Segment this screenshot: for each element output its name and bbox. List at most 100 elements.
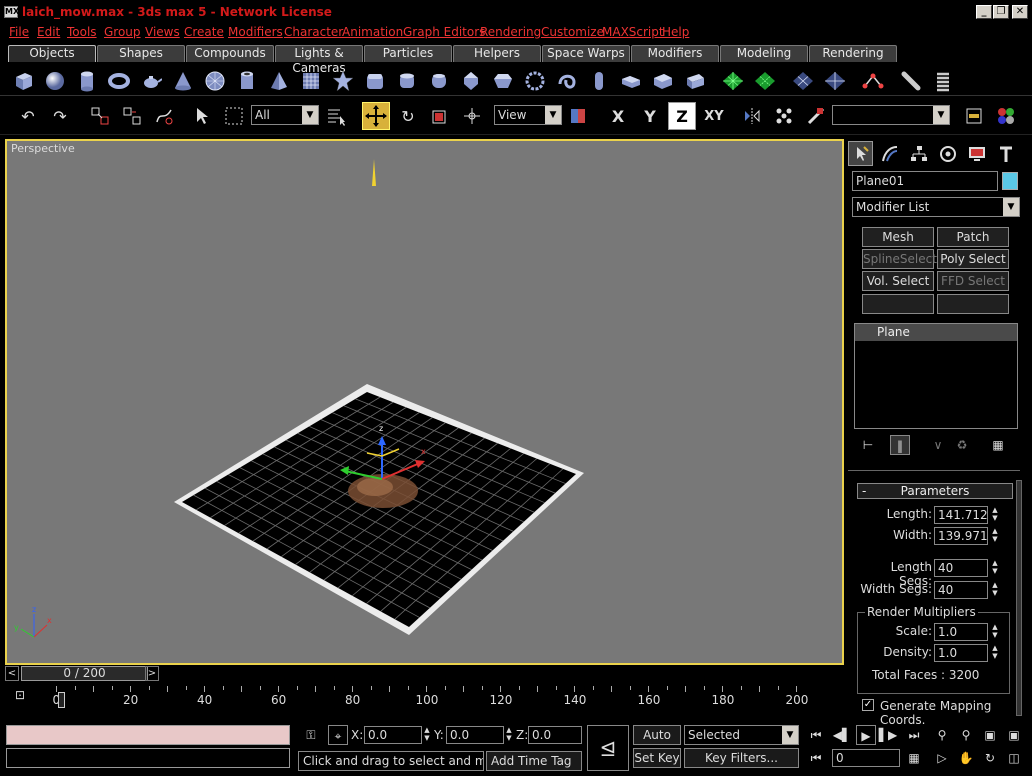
rect-selection-icon[interactable] [220, 102, 248, 130]
current-frame-input[interactable]: 0 [832, 749, 900, 767]
manipulate-icon[interactable] [458, 102, 486, 130]
menu-character[interactable]: Character [284, 25, 343, 39]
select-move-icon[interactable] [362, 102, 390, 130]
bone-icon[interactable] [898, 68, 924, 94]
empty-modifier-button-1[interactable] [862, 294, 934, 314]
current-time-marker[interactable] [58, 692, 65, 708]
pan-icon[interactable]: ✋ [956, 748, 976, 768]
l-ext-icon[interactable] [618, 68, 644, 94]
select-rotate-icon[interactable]: ↻ [394, 102, 422, 130]
box-icon[interactable] [10, 68, 36, 94]
make-unique-icon[interactable]: ∨ [928, 435, 948, 455]
tab-shapes[interactable]: Shapes [97, 45, 185, 62]
tab-lights-cameras[interactable]: Lights & Cameras [275, 45, 363, 75]
chamfer-box-icon[interactable] [362, 68, 388, 94]
nurbs-surface-icon[interactable] [720, 68, 746, 94]
generate-mapping-checkbox[interactable]: ✓ [862, 699, 874, 711]
unlink-icon[interactable] [118, 102, 146, 130]
empty-modifier-button-2[interactable] [937, 294, 1009, 314]
spindle-icon[interactable] [458, 68, 484, 94]
torus-icon[interactable] [106, 68, 132, 94]
menu-rendering[interactable]: Rendering [480, 25, 541, 39]
material-editor-icon[interactable] [992, 102, 1020, 130]
object-name-field[interactable]: Plane01 [852, 171, 998, 191]
app-icon[interactable]: MX [4, 6, 19, 18]
add-time-tag-button[interactable]: Add Time Tag [486, 751, 582, 771]
time-slider[interactable]: < 0 / 200 > [5, 665, 844, 683]
length-segs-spinner[interactable]: ▲ ▼ [990, 559, 1000, 577]
auto-key-button[interactable]: Auto Key [633, 725, 681, 760]
redo-icon[interactable]: ↷ [46, 102, 74, 130]
mesh-grid-2-icon[interactable] [822, 68, 848, 94]
tab-compounds[interactable]: Compounds [186, 45, 274, 62]
teapot-icon[interactable] [138, 68, 164, 94]
parameters-rollout-header[interactable]: - Parameters [857, 483, 1013, 499]
menu-maxscript[interactable]: MAXScript [602, 25, 664, 39]
pivot-center-icon[interactable] [564, 102, 592, 130]
array-icon[interactable] [770, 102, 798, 130]
menu-help[interactable]: Help [662, 25, 689, 39]
key-icon[interactable]: ⊴ [587, 725, 629, 771]
named-selection-dropdown[interactable]: ▼ [832, 105, 950, 125]
modifier-list-dropdown[interactable]: Modifier List ▼ [852, 197, 1020, 217]
show-end-result-icon[interactable]: ‖ [890, 435, 910, 455]
width-segs-spinner[interactable]: ▲ ▼ [990, 581, 1000, 599]
absolute-mode-icon[interactable]: ⌖ [328, 725, 348, 745]
y-coord-spinner[interactable]: ▲ ▼ [504, 726, 514, 744]
density-input[interactable]: 1.0 [934, 644, 988, 662]
maxscript-listener-mini[interactable] [6, 725, 290, 745]
axis-y-button[interactable]: Y [636, 102, 664, 130]
close-button[interactable]: ✕ [1012, 5, 1028, 19]
length-input[interactable]: 141.712 [934, 506, 988, 524]
length-spinner[interactable]: ▲ ▼ [990, 506, 1000, 524]
tab-space-warps[interactable]: Space Warps [542, 45, 630, 62]
menu-modifiers[interactable]: Modifiers [228, 25, 283, 39]
poly-select-button[interactable]: Poly Select [937, 249, 1009, 269]
x-coord-input[interactable]: 0.0 [364, 726, 422, 744]
time-configuration-icon[interactable]: ▦ [904, 748, 924, 768]
menu-views[interactable]: Views [145, 25, 180, 39]
modifier-stack[interactable]: Plane [854, 323, 1018, 429]
capsule-icon[interactable] [586, 68, 612, 94]
select-by-name-icon[interactable] [322, 102, 350, 130]
pyramid-icon[interactable] [266, 68, 292, 94]
next-frame-icon[interactable]: ▌▶ [878, 725, 898, 745]
key-filters-button[interactable]: Key Filters... [684, 748, 799, 768]
menu-group[interactable]: Group [104, 25, 141, 39]
density-spinner[interactable]: ▲ ▼ [990, 644, 1000, 662]
hedra-icon[interactable] [330, 68, 356, 94]
next-frame-arrow-icon[interactable]: > [145, 666, 159, 681]
perspective-viewport[interactable]: Perspective z x z x y [5, 139, 844, 665]
rollout-collapse-toggle[interactable]: - [862, 484, 866, 498]
link-icon[interactable] [860, 68, 886, 94]
track-bar-filter-icon[interactable]: ⊡ [15, 688, 35, 706]
zoom-all-icon[interactable]: ⚲ [956, 725, 976, 745]
go-to-start-icon[interactable]: ⏮ [806, 725, 826, 745]
nurbs-surface-2-icon[interactable] [752, 68, 778, 94]
axis-z-button[interactable]: Z [668, 102, 696, 130]
undo-icon[interactable]: ↶ [14, 102, 42, 130]
mirror-icon[interactable] [738, 102, 766, 130]
geosphere-icon[interactable] [202, 68, 228, 94]
width-segs-input[interactable]: 40 [934, 581, 988, 599]
torus-knot-icon[interactable] [554, 68, 580, 94]
field-of-view-icon[interactable]: ▷ [932, 748, 952, 768]
patch-select-button[interactable]: Patch Select [937, 227, 1009, 262]
cone-icon[interactable] [170, 68, 196, 94]
oiltank-icon[interactable] [426, 68, 452, 94]
prev-frame-arrow-icon[interactable]: < [5, 666, 19, 681]
y-coord-input[interactable]: 0.0 [446, 726, 504, 744]
cylinder-icon[interactable] [74, 68, 100, 94]
maximize-viewport-icon[interactable]: ◫ [1004, 748, 1024, 768]
minimize-button[interactable]: _ [976, 5, 992, 19]
create-panel-icon[interactable] [848, 141, 873, 166]
length-segs-input[interactable]: 40 [934, 559, 988, 577]
pin-stack-icon[interactable]: ⊢ [858, 435, 878, 455]
gengon-icon[interactable] [490, 68, 516, 94]
track-bar[interactable]: ⊡ 0 20 40 60 80 100 120 140 160 180 200 [5, 686, 844, 710]
menu-create[interactable]: Create [184, 25, 224, 39]
motion-panel-icon[interactable] [935, 141, 960, 166]
track-view-icon[interactable] [960, 102, 988, 130]
tube-icon[interactable] [234, 68, 260, 94]
mesh-grid-icon[interactable] [790, 68, 816, 94]
